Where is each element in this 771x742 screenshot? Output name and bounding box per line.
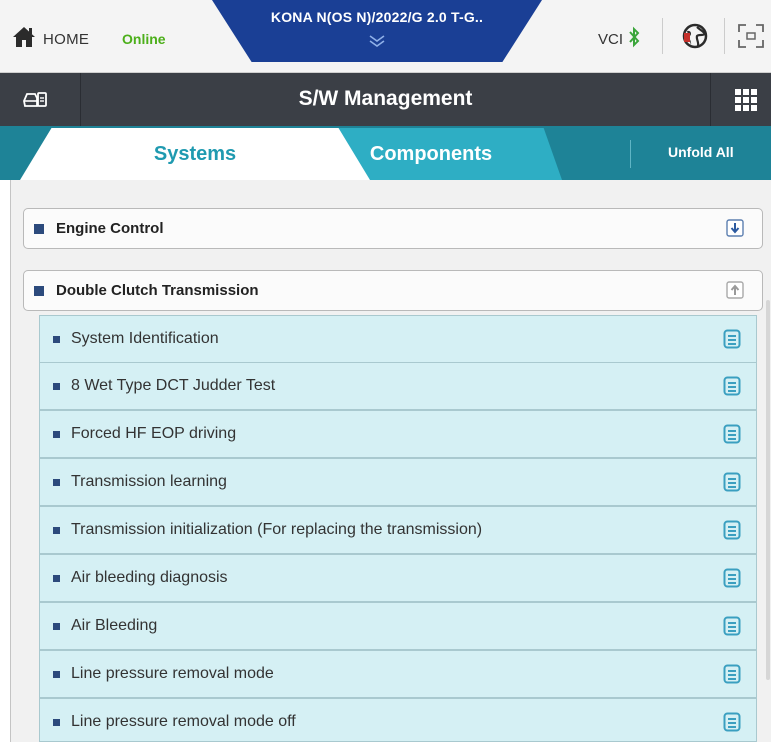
- item-label: Transmission learning: [71, 473, 227, 490]
- group-double-clutch-transmission[interactable]: Double Clutch Transmission: [23, 270, 763, 311]
- item-label: Forced HF EOP driving: [71, 425, 237, 442]
- item-label: 8 Wet Type DCT Judder Test: [71, 377, 276, 394]
- document-icon[interactable]: [723, 616, 741, 641]
- tab-bar: Components Systems Unfold All: [0, 126, 771, 180]
- tab-systems-label: Systems: [153, 143, 237, 165]
- document-icon[interactable]: [723, 664, 741, 689]
- collapse-arrow-icon[interactable]: [726, 281, 744, 304]
- bullet-icon: [53, 527, 60, 534]
- bullet-icon: [53, 623, 60, 630]
- bullet-icon: [53, 671, 60, 678]
- status-bar: HOME Online KONA N(OS N)/2022/G 2.0 T-G.…: [0, 0, 771, 73]
- grid-menu-icon[interactable]: [735, 89, 757, 116]
- group-engine-control[interactable]: Engine Control: [23, 208, 763, 249]
- list-item[interactable]: System Identification: [39, 315, 757, 363]
- expand-arrow-icon[interactable]: [726, 219, 744, 242]
- bullet-icon: [53, 336, 60, 343]
- document-icon[interactable]: [723, 712, 741, 737]
- page-title: S/W Management: [298, 87, 473, 110]
- list-item[interactable]: Air bleeding diagnosis: [39, 554, 757, 602]
- item-label: System Identification: [71, 330, 219, 347]
- item-label: Line pressure removal mode: [71, 665, 274, 682]
- unfold-all-button[interactable]: Unfold All: [668, 144, 734, 160]
- divider: [662, 18, 663, 54]
- item-label: Line pressure removal mode off: [71, 713, 296, 730]
- divider: [10, 180, 11, 742]
- bullet-icon: [53, 479, 60, 486]
- divider: [724, 18, 725, 54]
- chevron-down-icon[interactable]: [368, 34, 386, 53]
- list-item[interactable]: Line pressure removal mode off: [39, 698, 757, 742]
- bullet-icon: [53, 575, 60, 582]
- document-icon[interactable]: [723, 472, 741, 497]
- scrollbar[interactable]: [766, 300, 770, 680]
- item-label: Air Bleeding: [71, 617, 158, 634]
- bullet-icon: [34, 286, 44, 296]
- item-label: Transmission initialization (For replaci…: [71, 521, 483, 538]
- vci-label: VCI: [598, 31, 624, 48]
- bullet-icon: [53, 719, 60, 726]
- bullet-icon: [53, 431, 60, 438]
- tab-systems[interactable]: Systems: [20, 128, 370, 180]
- list-item[interactable]: Line pressure removal mode: [39, 650, 757, 698]
- document-icon[interactable]: [723, 568, 741, 593]
- divider: [630, 140, 631, 168]
- group-label: Double Clutch Transmission: [56, 282, 259, 299]
- bluetooth-icon: [628, 26, 640, 53]
- vehicle-selector[interactable]: KONA N(OS N)/2022/G 2.0 T-G..: [212, 0, 542, 62]
- document-icon[interactable]: [723, 424, 741, 449]
- online-status: Online: [122, 31, 166, 47]
- list-item[interactable]: Air Bleeding: [39, 602, 757, 650]
- list-item[interactable]: Forced HF EOP driving: [39, 410, 757, 458]
- group-label: Engine Control: [56, 220, 164, 237]
- vehicle-label: KONA N(OS N)/2022/G 2.0 T-G..: [270, 9, 484, 25]
- list-item[interactable]: 8 Wet Type DCT Judder Test: [39, 362, 757, 410]
- list-item[interactable]: Transmission initialization (For replaci…: [39, 506, 757, 554]
- list-item[interactable]: Transmission learning: [39, 458, 757, 506]
- globe-icon[interactable]: [680, 22, 710, 55]
- document-icon[interactable]: [723, 329, 741, 354]
- fullscreen-icon[interactable]: [738, 24, 764, 53]
- bullet-icon: [34, 224, 44, 234]
- bullet-icon: [53, 383, 60, 390]
- home-icon[interactable]: [12, 26, 36, 53]
- divider: [710, 73, 711, 126]
- item-label: Air bleeding diagnosis: [71, 569, 228, 586]
- document-icon[interactable]: [723, 376, 741, 401]
- title-bar: S/W Management: [0, 73, 771, 126]
- document-icon[interactable]: [723, 520, 741, 545]
- home-label[interactable]: HOME: [43, 31, 89, 48]
